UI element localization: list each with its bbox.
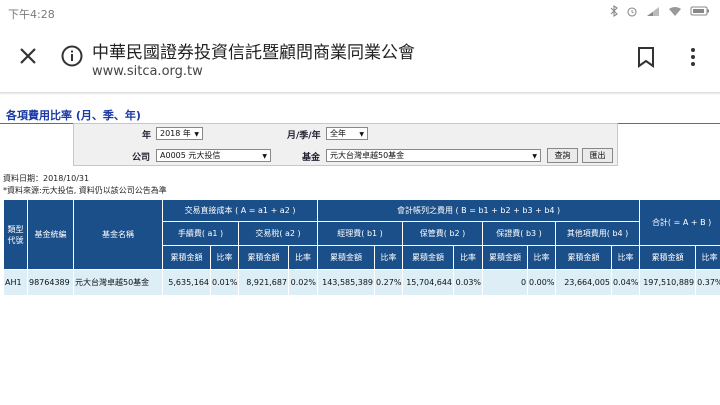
ratio-subheader: 比率 (453, 245, 484, 270)
amount-subheader: 累積金額 (639, 245, 697, 270)
wifi-icon (669, 6, 681, 16)
trade-cost-header: 交易直接成本 ( A = a1 + a2 ) (161, 199, 319, 222)
status-time: 下午4:28 (8, 8, 55, 21)
page-title: 各項費用比率 (月、季、年) (6, 109, 141, 122)
battery-icon (690, 6, 709, 16)
year-label: 年 (142, 131, 152, 141)
manager-fee-header: 經理費( b1 ) (317, 221, 404, 246)
bookmark-icon[interactable] (636, 46, 656, 68)
cell-fund-name: 元大台灣卓越50基金 (73, 269, 163, 296)
expense-table: 類型代號 基金統編 基金名稱 交易直接成本 ( A = a1 + a2 ) 會計… (3, 199, 720, 296)
chevron-down-icon: ▼ (194, 131, 199, 138)
col-code-header: 基金統編 (27, 199, 74, 270)
total-header: 合計( = A + B ) (639, 199, 720, 246)
bluetooth-icon (610, 5, 618, 17)
site-url[interactable]: www.sitca.org.tw (92, 64, 203, 79)
ratio-subheader: 比率 (287, 245, 319, 270)
ratio-subheader: 比率 (374, 245, 404, 270)
fund-select[interactable]: 元大台灣卓越50基金 ▼ (326, 149, 541, 162)
amount-subheader: 累積金額 (162, 245, 211, 270)
cell-type: AH1 (3, 269, 28, 296)
fee-header: 手續費( a1 ) (162, 221, 239, 246)
cell-guarantee-ratio: 0.00% (527, 269, 557, 296)
amount-subheader: 累積金額 (238, 245, 289, 270)
custody-fee-header: 保管費( b2 ) (402, 221, 484, 246)
signal-icon (647, 6, 659, 16)
cell-tax-amount: 8,921,687 (238, 269, 289, 296)
period-select[interactable]: 全年 ▼ (326, 127, 368, 140)
chevron-down-icon: ▼ (532, 153, 537, 160)
account-expense-header: 會計帳列之費用 ( B = b1 + b2 + b3 + b4 ) (317, 199, 641, 222)
cell-manager-amount: 143,585,389 (317, 269, 376, 296)
cell-other-ratio: 0.04% (611, 269, 641, 296)
browser-toolbar: 中華民國證券投資信託暨顧問商業同業公會 www.sitca.org.tw (0, 26, 720, 92)
close-icon[interactable] (16, 44, 40, 68)
cell-total-ratio: 0.37% (695, 269, 720, 296)
other-fee-header: 其他項費用( b4 ) (555, 221, 641, 246)
cell-custody-amount: 15,704,644 (402, 269, 455, 296)
toolbar-shadow (0, 92, 720, 95)
ratio-subheader: 比率 (527, 245, 557, 270)
cell-other-amount: 23,664,005 (555, 269, 613, 296)
query-button[interactable]: 查詢 (547, 148, 578, 163)
year-select[interactable]: 2018 年 ▼ (156, 127, 203, 140)
data-date: 資料日期：2018/10/31 (3, 174, 90, 183)
cell-total-amount: 197,510,889 (639, 269, 697, 296)
table-row: AH1 98764389 元大台灣卓越50基金 5,635,164 0.01% … (3, 269, 720, 296)
status-icons (610, 5, 710, 17)
ratio-subheader: 比率 (611, 245, 641, 270)
fund-label: 基金 (302, 153, 321, 163)
col-name-header: 基金名稱 (73, 199, 163, 270)
company-label: 公司 (132, 153, 151, 163)
data-source: *資料來源:元大投信, 資料仍以該公司公告為準 (3, 186, 167, 195)
ratio-subheader: 比率 (695, 245, 720, 270)
site-title: 中華民國證券投資信託暨顧問商業同業公會 (92, 43, 415, 63)
amount-subheader: 累積金額 (402, 245, 455, 270)
alarm-icon (627, 7, 637, 17)
page-content: 各項費用比率 (月、季、年) 年 2018 年 ▼ 月/季/年 全年 ▼ 公司 A0… (0, 96, 720, 405)
more-menu-icon[interactable] (688, 46, 698, 68)
info-icon[interactable] (60, 44, 84, 68)
cell-manager-ratio: 0.27% (374, 269, 404, 296)
period-label: 月/季/年 (287, 131, 321, 141)
cell-guarantee-amount: 0 (482, 269, 529, 296)
guarantee-fee-header: 保證費( b3 ) (482, 221, 557, 246)
amount-subheader: 累積金額 (482, 245, 529, 270)
cell-custody-ratio: 0.03% (453, 269, 484, 296)
cell-fee-ratio: 0.01% (210, 269, 239, 296)
col-type-header: 類型代號 (3, 199, 28, 270)
filter-panel: 年 2018 年 ▼ 月/季/年 全年 ▼ 公司 A0005 元大投信 ▼ 基金 元大… (73, 123, 618, 166)
chevron-down-icon: ▼ (262, 153, 267, 160)
cell-fee-amount: 5,635,164 (162, 269, 211, 296)
ratio-subheader: 比率 (210, 245, 239, 270)
amount-subheader: 累積金額 (317, 245, 376, 270)
tax-header: 交易稅( a2 ) (237, 221, 319, 246)
export-button[interactable]: 匯出 (582, 148, 613, 163)
chevron-down-icon: ▼ (359, 131, 364, 138)
company-select[interactable]: A0005 元大投信 ▼ (156, 149, 271, 162)
status-bar: 下午4:28 (0, 0, 720, 26)
cell-tax-ratio: 0.02% (287, 269, 319, 296)
cell-code: 98764389 (27, 269, 74, 296)
amount-subheader: 累積金額 (555, 245, 613, 270)
